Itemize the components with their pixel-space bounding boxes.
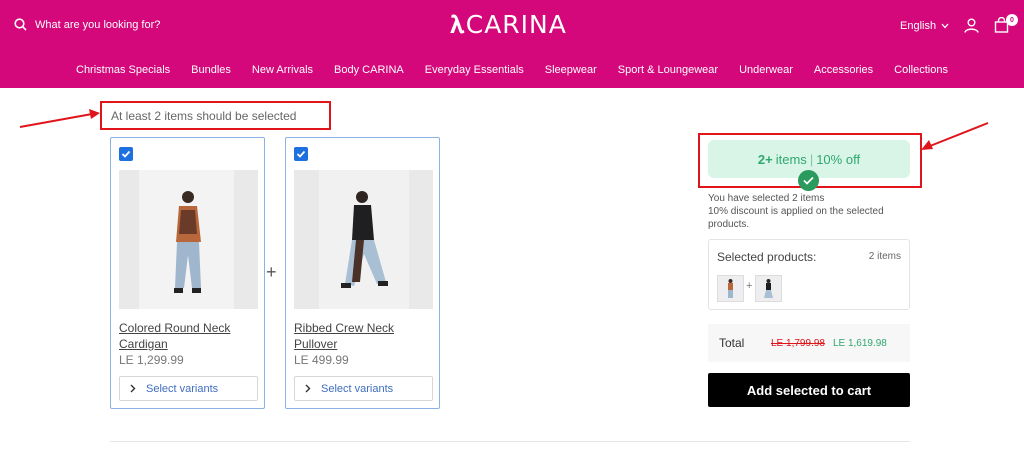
- offer-separator: |: [809, 151, 814, 167]
- select-variants-button[interactable]: Select variants: [294, 376, 433, 401]
- logo-swoosh-icon: 𝛌: [450, 10, 466, 39]
- language-label: English: [900, 20, 937, 32]
- thumbnail-plus: +: [746, 280, 753, 292]
- logo[interactable]: 𝛌CARINA: [450, 10, 567, 40]
- product-checkbox[interactable]: [294, 147, 308, 161]
- search-icon[interactable]: [14, 18, 27, 31]
- nav-item-collections[interactable]: Collections: [894, 64, 948, 76]
- nav-item-body-carina[interactable]: Body CARINA: [334, 64, 404, 76]
- total-original-price: LE 1,799.98: [771, 337, 825, 349]
- selected-count-text: You have selected 2 items: [708, 193, 825, 204]
- total-label: Total: [719, 336, 745, 350]
- selected-products-count: 2 items: [868, 251, 901, 262]
- logo-text: CARINA: [465, 10, 567, 39]
- product-card[interactable]: Ribbed Crew Neck Pullover LE 499.99 Sele…: [285, 137, 440, 409]
- annotation-arrow-left: [19, 109, 100, 128]
- warning-text: At least 2 items should be selected: [111, 108, 297, 123]
- cart-count-badge: 0: [1006, 14, 1018, 26]
- product-price: LE 1,299.99: [119, 353, 184, 367]
- nav-item-accessories[interactable]: Accessories: [814, 64, 873, 76]
- add-selected-to-cart-button[interactable]: Add selected to cart: [708, 373, 910, 407]
- user-icon[interactable]: [964, 18, 979, 33]
- product-image[interactable]: [294, 170, 433, 309]
- chevron-right-icon: [305, 384, 311, 393]
- product-title-link[interactable]: Ribbed Crew Neck Pullover: [294, 320, 434, 352]
- check-icon: [121, 150, 131, 158]
- selected-product-thumbnail[interactable]: [755, 275, 782, 302]
- select-variants-label: Select variants: [146, 382, 219, 395]
- nav-item-underwear[interactable]: Underwear: [739, 64, 793, 76]
- product-image[interactable]: [119, 170, 258, 309]
- chevron-down-icon: [941, 23, 949, 29]
- selection-info: You have selected 2 items 10% discount i…: [708, 192, 918, 231]
- product-title-link[interactable]: Colored Round Neck Cardigan: [119, 320, 259, 352]
- nav-item-bundles[interactable]: Bundles: [191, 64, 231, 76]
- total-discounted-price: LE 1,619.98: [832, 337, 887, 349]
- selected-products-label: Selected products:: [717, 250, 817, 264]
- search-input[interactable]: What are you looking for?: [35, 19, 160, 31]
- model-photo: [139, 170, 234, 309]
- product-card[interactable]: Colored Round Neck Cardigan LE 1,299.99 …: [110, 137, 265, 409]
- nav-item-sport-loungewear[interactable]: Sport & Loungewear: [618, 64, 718, 76]
- nav-item-christmas-specials[interactable]: Christmas Specials: [76, 64, 170, 76]
- nav-item-everyday-essentials[interactable]: Everyday Essentials: [425, 64, 524, 76]
- discount-applied-text: 10% discount is applied on the selected …: [708, 206, 884, 230]
- product-checkbox[interactable]: [119, 147, 133, 161]
- annotation-arrow-right: [921, 122, 989, 150]
- offer-discount: 10% off: [816, 151, 861, 167]
- nav-item-new-arrivals[interactable]: New Arrivals: [252, 64, 313, 76]
- selected-products-box: Selected products: 2 items +: [708, 239, 910, 310]
- nav-item-sleepwear[interactable]: Sleepwear: [545, 64, 597, 76]
- min-items-warning: At least 2 items should be selected: [100, 101, 331, 130]
- language-selector[interactable]: English: [900, 20, 949, 32]
- offer-count: 2+: [757, 151, 773, 167]
- selected-product-thumbnail[interactable]: [717, 275, 744, 302]
- main-nav: Christmas Specials Bundles New Arrivals …: [0, 64, 1024, 76]
- site-header: What are you looking for? 𝛌CARINA Englis…: [0, 0, 1024, 88]
- select-variants-button[interactable]: Select variants: [119, 376, 258, 401]
- check-icon: [296, 150, 306, 158]
- select-variants-label: Select variants: [321, 382, 394, 395]
- section-divider: [110, 441, 910, 442]
- model-photo: [319, 170, 409, 309]
- product-price: LE 499.99: [294, 353, 349, 367]
- check-circle-icon: [798, 170, 819, 191]
- offer-items-label: items: [775, 151, 807, 167]
- plus-separator: +: [266, 262, 277, 282]
- total-row: Total LE 1,799.98 LE 1,619.98: [708, 324, 910, 362]
- chevron-right-icon: [130, 384, 136, 393]
- search-bar[interactable]: What are you looking for?: [14, 18, 160, 31]
